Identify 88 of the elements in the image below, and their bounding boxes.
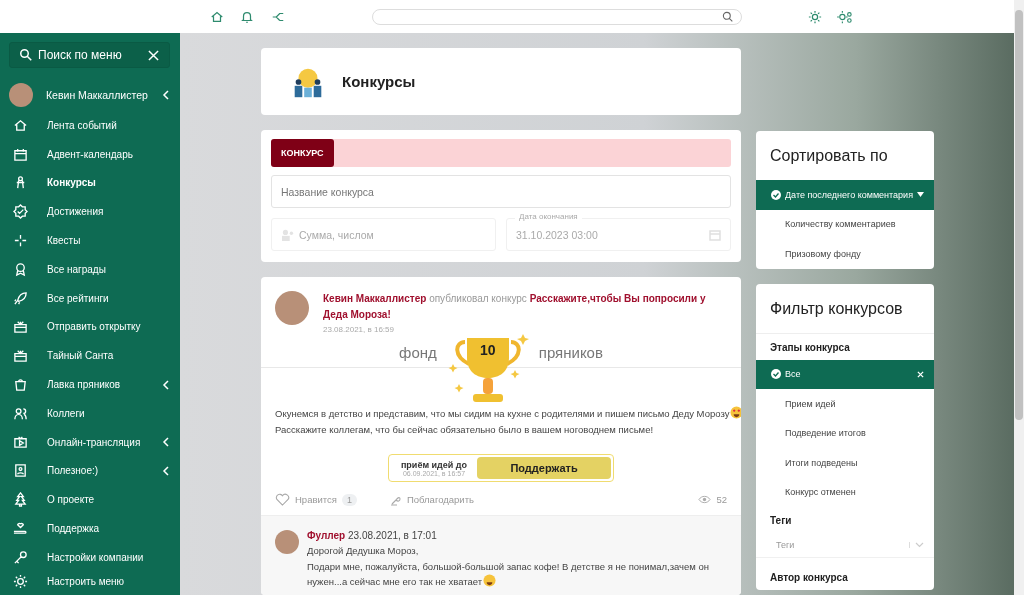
view-count: 52 (716, 494, 727, 505)
menu-item[interactable]: Онлайн-трансляция (9, 427, 170, 457)
panel-title: Фильтр конкурсов (756, 283, 934, 334)
calendar-icon (13, 146, 28, 162)
avatar (9, 83, 33, 107)
chevron-down-icon (909, 542, 924, 548)
user-name[interactable]: Кевин Маккаллистер (46, 89, 162, 101)
home-icon[interactable] (210, 9, 224, 24)
bag-icon (13, 377, 28, 393)
fund-unit: пряников (538, 344, 603, 361)
search-icon (20, 49, 32, 61)
sort-option[interactable]: Призовому фонду (756, 239, 934, 269)
check-circle-icon (771, 369, 781, 380)
bell-icon[interactable] (240, 9, 254, 24)
contest-tag[interactable]: КОНКУРС (271, 139, 334, 167)
rocket-icon (13, 290, 28, 306)
menu-item[interactable]: Полезное:) (9, 456, 170, 486)
menu-item[interactable]: Тайный Санта (9, 341, 170, 371)
sort-option[interactable]: Дате последнего комментария (756, 180, 934, 210)
contest-name-field[interactable]: Название конкурса (271, 175, 731, 208)
menu-item[interactable]: Лента событий (9, 111, 170, 140)
eye-icon (698, 495, 712, 504)
scrollbar[interactable] (1014, 0, 1024, 595)
fund-label: фонд (399, 344, 437, 361)
tv-icon (13, 434, 28, 450)
check-circle-icon (771, 189, 781, 200)
post-time: 23.08.2021, в 16:59 (323, 325, 395, 334)
menu-item[interactable]: Все рейтинги (9, 283, 170, 313)
menu-item[interactable]: Поддержка (9, 514, 170, 543)
menu-search-field[interactable]: Поиск по меню (9, 42, 170, 68)
menu-item[interactable]: Конкурсы (9, 168, 170, 198)
people-icon (281, 228, 295, 241)
author-link[interactable]: Фуллер (307, 530, 346, 541)
close-icon[interactable] (148, 49, 159, 61)
chevron-icon[interactable] (162, 90, 170, 100)
post-text: Расскажите коллегам, что бы сейчас обязательно было в вашем ноговоднем письме! (275, 423, 655, 437)
smiley-icon (483, 574, 497, 587)
heart-icon[interactable] (275, 493, 290, 506)
menu-item[interactable]: О проекте (9, 485, 170, 515)
support-button[interactable]: Поддержать (477, 457, 612, 479)
like-count: 1 (341, 493, 357, 506)
date-value: 31.10.2023 03:00 (516, 228, 598, 241)
key-icon (13, 549, 28, 565)
comment-text: Дорогой Дедушка Мороз, (307, 544, 420, 558)
sort-option[interactable]: Количеству комментариев (756, 209, 934, 239)
page-title: Конкурсы (342, 73, 416, 90)
menu-item[interactable]: Коллеги (9, 398, 170, 428)
stage-option[interactable]: Прием идей (756, 389, 934, 419)
section-label: Автор конкурса (769, 571, 849, 585)
gift-icon (13, 348, 28, 364)
search-placeholder: Поиск по меню (38, 48, 122, 62)
menu-item[interactable]: Настройки компании (9, 542, 170, 572)
gift-icon (13, 319, 28, 335)
avatar (275, 530, 299, 554)
smiley-icon (730, 406, 741, 419)
avatar (275, 291, 309, 325)
people-icon (13, 405, 28, 421)
search-icon (722, 11, 733, 22)
deadline-label: приём идей до (400, 459, 468, 470)
stage-option[interactable]: Подведение итогов (756, 418, 934, 448)
caret-icon (917, 192, 924, 198)
close-icon[interactable] (917, 370, 924, 378)
stage-option[interactable]: Все (756, 359, 934, 389)
menu-item[interactable]: Отправить открытку (9, 312, 170, 342)
fund-amount: 10 (479, 342, 497, 358)
menu-item[interactable]: Адвент-календарь (9, 139, 170, 169)
panel-title: Сортировать по (769, 146, 889, 166)
heart-hand-icon (13, 521, 28, 537)
field-label: Дата окончания (515, 212, 582, 221)
menu-item[interactable]: Настроить меню (9, 571, 170, 592)
menu-item[interactable]: Квесты (9, 226, 170, 255)
home-icon (13, 117, 28, 133)
menu-item[interactable]: Все награды (9, 255, 170, 284)
stage-option[interactable]: Итоги подведены (756, 448, 934, 478)
menu-item[interactable]: Достижения (9, 197, 170, 227)
id-card-icon (13, 463, 28, 479)
menu-item[interactable]: Лавка пряников (9, 370, 170, 399)
post-headline: Кевин Маккаллистер опубликовал конкурс Расскажите,чтобы Вы попросили у Деда Мороза! (323, 292, 707, 322)
medal-icon (13, 261, 28, 277)
comment-header: Фуллер 23.08.2021, в 17:01 (307, 530, 438, 541)
gears-icon[interactable] (836, 9, 854, 24)
comment-text: Подари мне, пожалуйста, большой-большой запас кофе! В детстве я не понимал,зачем он нужен...а сейчас мне его так не хватает (307, 559, 711, 589)
amount-placeholder: Сумма, числом (299, 228, 374, 241)
stage-option[interactable]: Конкурс отменен (756, 477, 934, 507)
tree-icon (13, 492, 28, 508)
section-label: Теги (769, 514, 793, 528)
check-badge-icon (13, 204, 28, 220)
section-label: Этапы конкурса (769, 340, 851, 355)
